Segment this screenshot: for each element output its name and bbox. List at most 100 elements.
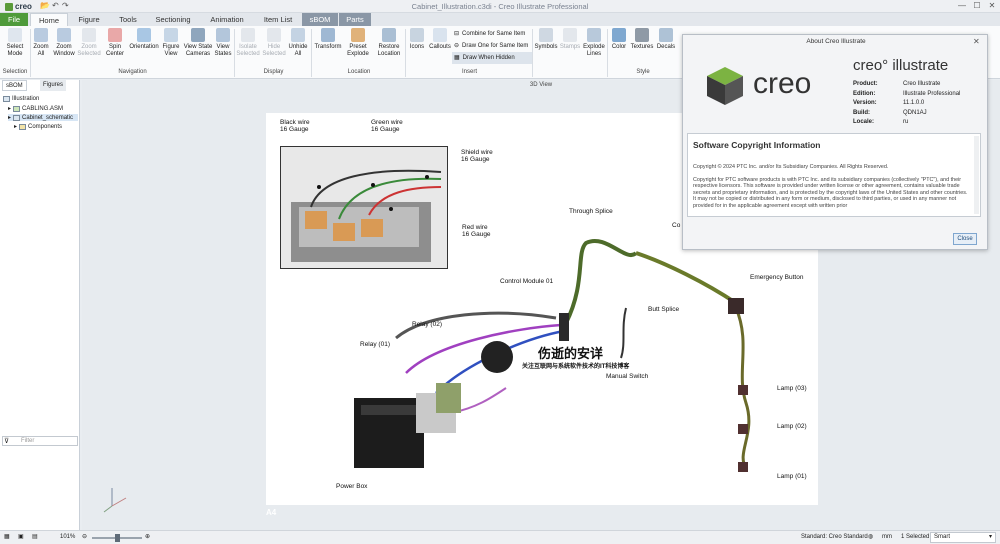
orientation-button[interactable]: Orientation	[129, 28, 159, 68]
combine-icon: ⊟	[454, 31, 460, 37]
draw-one-icon: ⊖	[454, 43, 460, 49]
textures-icon	[635, 28, 649, 42]
info-key: Locale:	[853, 119, 875, 125]
group-display: Display	[263, 69, 284, 75]
color-icon	[612, 28, 626, 42]
tab-sectioning[interactable]: Sectioning	[150, 13, 196, 26]
spin-center-button[interactable]: Spin Center	[103, 28, 127, 68]
zoom-out-icon[interactable]: ⊖	[82, 531, 87, 544]
callouts-button[interactable]: Callouts	[428, 28, 452, 68]
tree-item-components[interactable]: ▸ Components	[14, 123, 62, 130]
tab-tools[interactable]: Tools	[110, 13, 146, 26]
view-states-icon	[216, 28, 230, 42]
icons-button[interactable]: Icons	[407, 28, 427, 68]
view-state-cameras-button[interactable]: View State Cameras	[183, 28, 213, 68]
explode-lines-button[interactable]: Explode Lines	[582, 28, 606, 68]
isolate-selected-button[interactable]: Isolate Selected	[236, 28, 260, 68]
figure-view-button[interactable]: Figure View	[160, 28, 182, 68]
symbols-button[interactable]: Symbols	[534, 28, 558, 68]
stamps-button[interactable]: Stamps	[559, 28, 581, 68]
tab-sbom-panel[interactable]: sBOM	[2, 80, 27, 91]
layout-icon[interactable]: ▤	[32, 531, 38, 544]
tab-sbom[interactable]: sBOM	[302, 13, 338, 26]
title-bar: creo 📂 ↶ ↷ Cabinet_Illustration.c3di - C…	[0, 0, 1000, 13]
watermark-logo-icon	[481, 341, 513, 373]
tree-item-illustration[interactable]: Illustration	[3, 96, 39, 102]
tab-animation[interactable]: Animation	[200, 13, 254, 26]
select-mode-button[interactable]: Select Mode	[3, 28, 27, 68]
maximize-icon[interactable]: ☐	[970, 1, 984, 10]
group-insert: Insert	[461, 69, 477, 75]
watermark-title: 伤逝的安详	[538, 346, 604, 361]
dialog-close-icon[interactable]: ✕	[973, 37, 980, 46]
draw-hidden-icon: ▦	[454, 55, 460, 61]
chevron-down-icon: ▾	[988, 534, 992, 540]
callout-control-module: Control Module 01	[500, 278, 554, 285]
info-value: Illustrate Professional	[903, 90, 961, 97]
window-title: Cabinet_Illustration.c3di - Creo Illustr…	[411, 2, 589, 11]
info-value: 11.1.0.0	[903, 100, 925, 106]
callout-butt-splice: Butt Splice	[648, 306, 680, 313]
zoom-selected-button[interactable]: Zoom Selected	[77, 28, 101, 68]
creo-brand: creo	[753, 67, 812, 100]
copyright-line: Copyright © 2024 PTC Inc. and/or Its Sub…	[693, 164, 889, 170]
tab-item-list[interactable]: Item List	[256, 13, 300, 26]
view-states-button[interactable]: View States	[213, 28, 233, 68]
tree-label: CABLING.ASM	[22, 105, 64, 112]
draw-one-option[interactable]: ⊖ Draw One for Same Item	[452, 40, 532, 52]
tab-figures-panel[interactable]: Figures	[40, 80, 67, 91]
zoom-slider-handle[interactable]	[115, 534, 120, 542]
callout-co-partial: Co	[672, 222, 681, 229]
group-style: Style	[636, 69, 650, 75]
copyright-heading: Software Copyright Information	[693, 140, 821, 150]
draw-when-hidden-option[interactable]: ▦ Draw When Hidden	[452, 52, 532, 64]
scrollbar[interactable]	[974, 136, 979, 214]
unhide-icon	[291, 28, 305, 42]
close-button[interactable]: Close	[953, 233, 977, 245]
zoom-in-icon[interactable]: ⊕	[145, 531, 150, 544]
figure-view-label: Figure View	[162, 44, 180, 57]
color-button[interactable]: Color	[609, 28, 629, 68]
close-window-icon[interactable]: ✕	[985, 1, 999, 10]
ribbon-tabs: File Home Figure Tools Sectioning Animat…	[0, 13, 1000, 26]
icons-label: Icons	[409, 44, 425, 50]
draw-hidden-label: Draw When Hidden	[462, 55, 515, 61]
group-divider	[532, 29, 533, 77]
preset-explode-button[interactable]: Preset Explode	[344, 28, 372, 68]
tab-file[interactable]: File	[0, 13, 28, 26]
grid-icon[interactable]: ▦	[4, 531, 10, 544]
transform-button[interactable]: Transform	[313, 28, 343, 68]
unhide-all-button[interactable]: Unhide All	[287, 28, 309, 68]
camera-icon	[191, 28, 205, 42]
tree-item-cabinet[interactable]: ▸ Cabinet_schematic	[8, 114, 78, 121]
transform-label: Transform	[314, 44, 342, 50]
callouts-icon	[433, 28, 447, 42]
hide-label: Hide Selected	[262, 44, 286, 57]
hide-selected-button[interactable]: Hide Selected	[262, 28, 286, 68]
selection-mode-dropdown[interactable]: Smart ▾	[930, 532, 996, 543]
decals-label: Decals	[656, 44, 676, 50]
decals-button[interactable]: Decals	[655, 28, 677, 68]
status-bar: ▦ ▣ ▤ 101% ⊖ ⊕ Standard: Creo Standard ◍…	[0, 530, 1000, 544]
zoom-window-button[interactable]: Zoom Window	[52, 28, 76, 68]
part-icon	[13, 114, 21, 121]
restore-location-button[interactable]: Restore Location	[374, 28, 404, 68]
textures-button[interactable]: Textures	[630, 28, 654, 68]
tab-figure[interactable]: Figure	[70, 13, 108, 26]
axis-triad-icon	[103, 488, 127, 513]
assembly-icon	[13, 105, 21, 112]
combine-same-item-option[interactable]: ⊟ Combine for Same Item	[452, 28, 532, 40]
copyright-textbox[interactable]: Software Copyright Information Copyright…	[687, 133, 981, 217]
zoom-all-button[interactable]: Zoom All	[31, 28, 51, 68]
tree-item-cabling[interactable]: ▸ CABLING.ASM	[8, 105, 63, 112]
zoom-window-icon	[57, 28, 71, 42]
callout-lamp-02: Lamp (02)	[777, 423, 807, 430]
window-icon[interactable]: ▣	[18, 531, 24, 544]
figure-view-icon	[164, 28, 178, 42]
minimize-icon[interactable]: —	[955, 1, 969, 10]
tab-parts[interactable]: Parts	[339, 13, 371, 26]
info-row: Product: Creo Illustrate	[853, 81, 983, 91]
callout-power-box: Power Box	[336, 483, 368, 490]
tab-home[interactable]: Home	[30, 13, 68, 26]
filter-input[interactable]: Filter	[2, 436, 78, 446]
